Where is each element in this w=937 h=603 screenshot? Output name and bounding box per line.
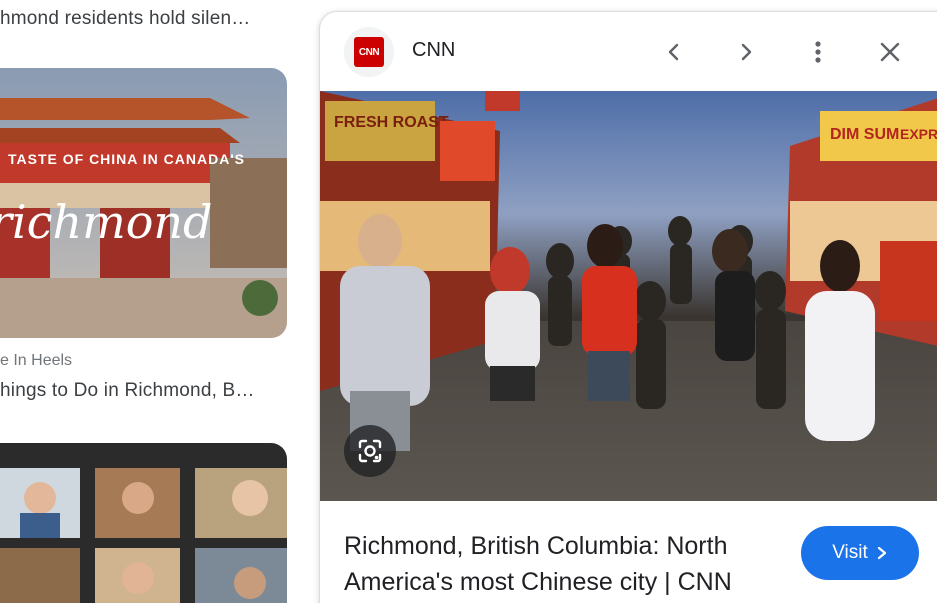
- preview-image[interactable]: FRESH ROAST DIM SUM EXPRESS: [320, 91, 937, 501]
- chevron-right-icon: [741, 43, 752, 61]
- result-thumbnail-richmond[interactable]: TASTE OF CHINA IN CANADA'S richmond: [0, 68, 287, 338]
- chevron-right-small-icon: [877, 546, 886, 560]
- lens-icon: [358, 439, 382, 463]
- visit-button[interactable]: Visit: [801, 526, 919, 580]
- thumb-banner-text: TASTE OF CHINA IN CANADA'S: [8, 151, 245, 167]
- result-title-1[interactable]: hmond residents hold silen…: [0, 8, 250, 30]
- close-icon: [880, 42, 900, 62]
- thumb-script-text: richmond: [0, 195, 212, 249]
- photo-sign-fresh-roast: FRESH ROAST: [334, 114, 449, 131]
- site-logo[interactable]: CNN: [344, 27, 394, 77]
- photo-sign-dim-sum: DIM SUM: [830, 126, 899, 143]
- page: hmond residents hold silen… TASTE OF CHI…: [0, 0, 937, 603]
- result-caption[interactable]: Richmond, British Columbia: North Americ…: [344, 528, 784, 600]
- result-thumbnail-video-grid[interactable]: [0, 443, 287, 603]
- visit-label: Visit: [832, 542, 868, 563]
- preview-panel: CNN CNN FRESH ROAST DIM SUM EXP Richmond…: [319, 11, 937, 603]
- close-button[interactable]: [872, 34, 908, 70]
- cnn-logo-icon: CNN: [354, 37, 384, 67]
- photo-sign-express: EXPRESS: [900, 126, 937, 142]
- result-source: e In Heels: [0, 352, 73, 369]
- visual-search-button[interactable]: [344, 425, 396, 477]
- result-title-2[interactable]: hings to Do in Richmond, B…: [0, 380, 255, 402]
- more-options-button[interactable]: [800, 34, 836, 70]
- next-button[interactable]: [728, 34, 764, 70]
- more-vert-icon: [815, 41, 821, 63]
- chevron-left-icon: [668, 43, 679, 61]
- previous-button[interactable]: [656, 34, 692, 70]
- panel-header: CNN CNN: [320, 12, 937, 91]
- site-name[interactable]: CNN: [412, 39, 455, 62]
